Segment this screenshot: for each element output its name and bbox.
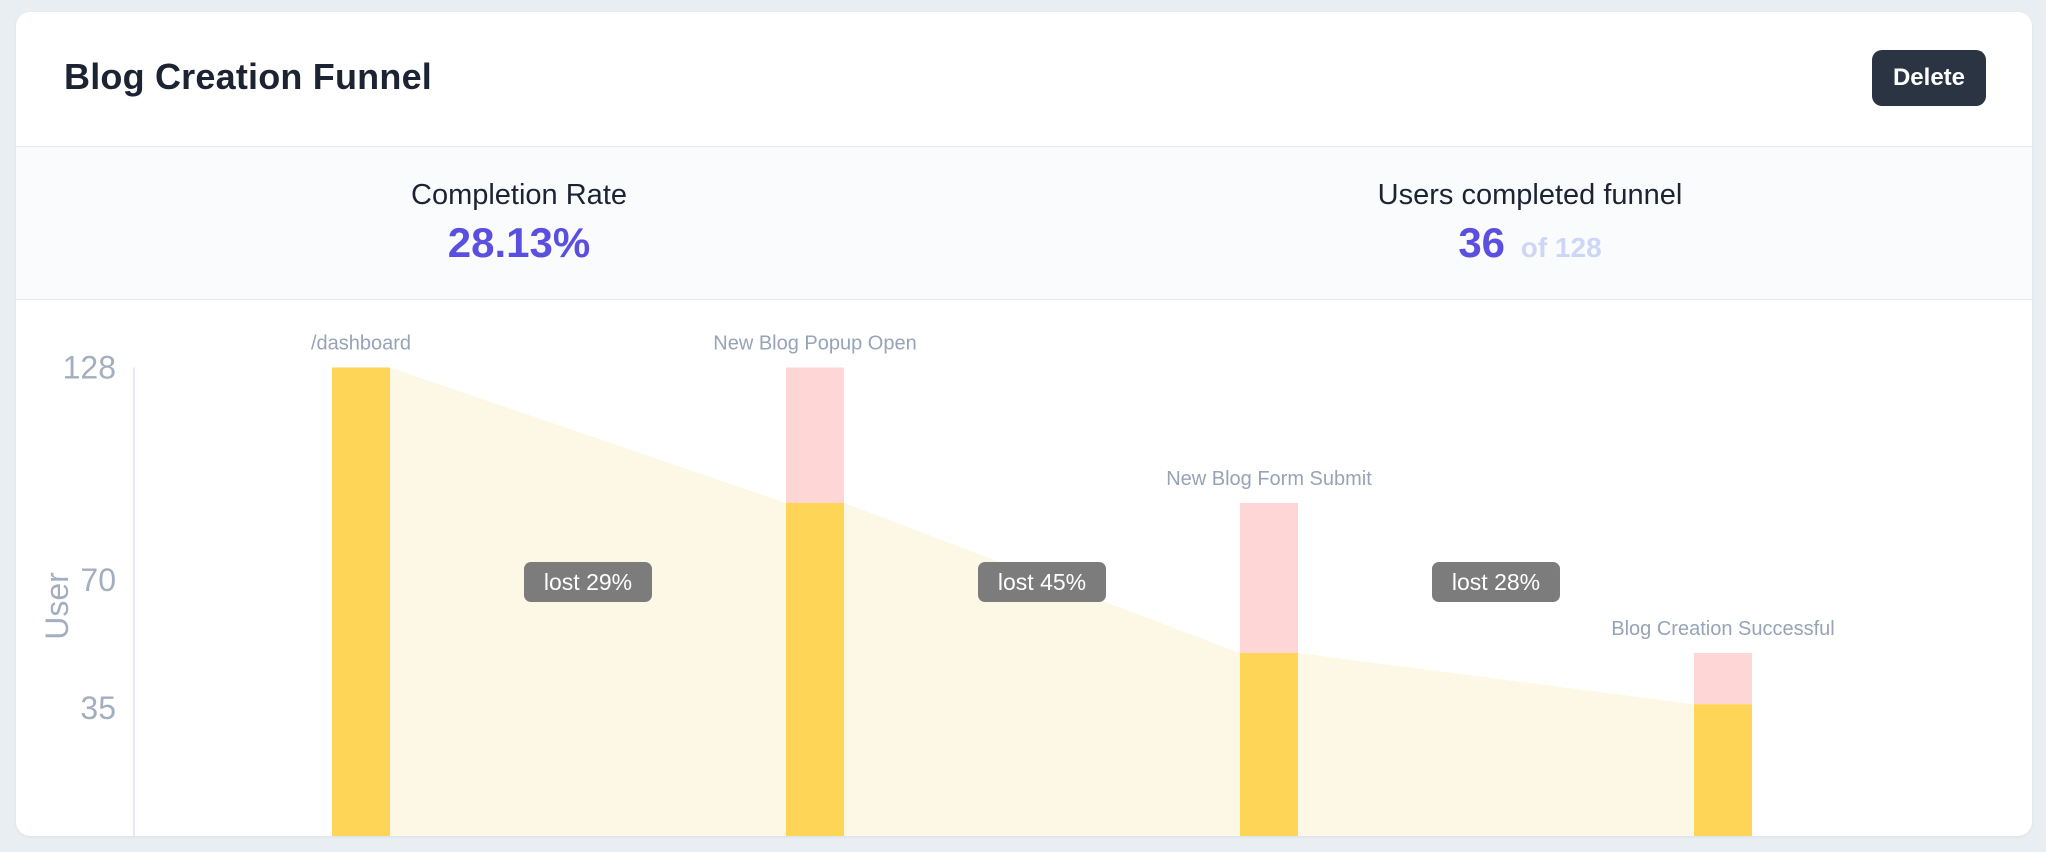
funnel-chart: 35 70 128 User/dashboard New Blog Popup Open… bbox=[39, 333, 1835, 836]
step-label: New Blog Popup Open bbox=[713, 333, 916, 355]
step-label: Blog Creation Successful bbox=[1611, 618, 1834, 640]
completion-rate-label: Completion Rate bbox=[411, 179, 627, 211]
funnel-chart-area: 35 70 128 User/dashboard New Blog Popup Open… bbox=[16, 300, 2032, 836]
users-total: of 128 bbox=[1520, 232, 1602, 263]
dropoff-bar bbox=[1240, 502, 1298, 653]
y-axis-title: User bbox=[39, 572, 75, 640]
lost-label: lost 29% bbox=[544, 569, 632, 595]
completion-rate-stat: Completion Rate 28.13% bbox=[219, 177, 819, 267]
users-completed-value-row: 36 of 128 bbox=[1230, 219, 1830, 272]
delete-button[interactable]: Delete bbox=[1872, 50, 1986, 106]
card-header: Blog Creation Funnel Delete bbox=[16, 12, 2032, 147]
users-completed-value: 36 bbox=[1458, 219, 1506, 266]
funnel-card: Blog Creation Funnel Delete Completion R… bbox=[16, 12, 2032, 836]
step-label: /dashboard bbox=[311, 333, 411, 355]
y-tick-label: 70 bbox=[80, 562, 116, 598]
lost-label: lost 45% bbox=[998, 569, 1086, 595]
y-tick-label: 35 bbox=[80, 690, 116, 726]
users-completed-stat: Users completed funnel 36 of 128 bbox=[1230, 177, 1830, 272]
dropoff-bar bbox=[1694, 653, 1752, 705]
step-bar bbox=[332, 367, 390, 836]
stats-panel: Completion Rate 28.13% Users completed f… bbox=[16, 147, 2032, 300]
y-tick-label: 128 bbox=[63, 350, 116, 386]
funnel-flow bbox=[1298, 653, 1694, 836]
step-bar bbox=[1240, 653, 1298, 836]
step-bar bbox=[786, 502, 844, 836]
step-label: New Blog Form Submit bbox=[1166, 468, 1372, 490]
users-completed-label: Users completed funnel bbox=[1377, 179, 1683, 211]
completion-rate-value: 28.13% bbox=[447, 219, 591, 266]
funnel-flow bbox=[844, 502, 1240, 836]
dropoff-bar bbox=[786, 367, 844, 503]
lost-label: lost 28% bbox=[1452, 569, 1540, 595]
step-bar bbox=[1694, 704, 1752, 836]
card-title: Blog Creation Funnel bbox=[64, 56, 432, 97]
